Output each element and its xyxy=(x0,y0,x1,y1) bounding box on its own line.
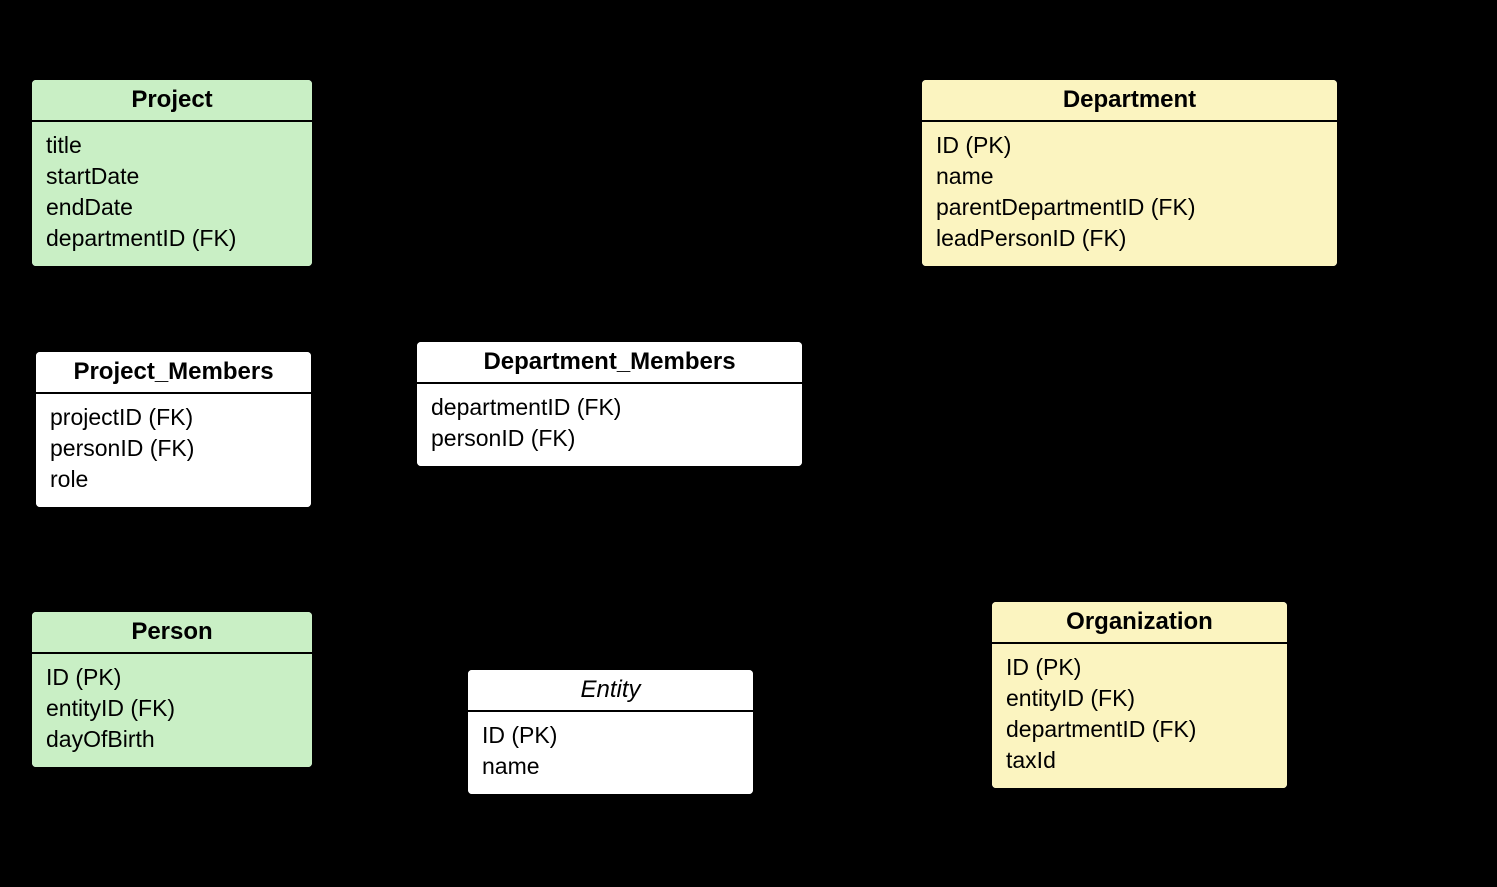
attr-person-dayofbirth: dayOfBirth xyxy=(46,724,298,755)
attr-organization-taxid: taxId xyxy=(1006,745,1273,776)
entity-project-title: Project xyxy=(32,80,312,122)
entity-department-members-title: Department_Members xyxy=(417,342,802,384)
attr-project-startdate: startDate xyxy=(46,161,298,192)
attr-department-id: ID (PK) xyxy=(936,130,1323,161)
entity-department: Department ID (PK) name parentDepartment… xyxy=(920,78,1339,268)
attr-entity-name: name xyxy=(482,751,739,782)
attr-organization-entityid: entityID (FK) xyxy=(1006,683,1273,714)
attr-person-id: ID (PK) xyxy=(46,662,298,693)
attr-project-enddate: endDate xyxy=(46,192,298,223)
entity-project-members-title: Project_Members xyxy=(36,352,311,394)
attr-project-departmentid: departmentID (FK) xyxy=(46,223,298,254)
entity-person-attrs: ID (PK) entityID (FK) dayOfBirth xyxy=(32,654,312,767)
attr-department-leadpersonid: leadPersonID (FK) xyxy=(936,223,1323,254)
entity-project: Project title startDate endDate departme… xyxy=(30,78,314,268)
entity-organization: Organization ID (PK) entityID (FK) depar… xyxy=(990,600,1289,790)
entity-department-title: Department xyxy=(922,80,1337,122)
entity-person-title: Person xyxy=(32,612,312,654)
entity-department-members: Department_Members departmentID (FK) per… xyxy=(415,340,804,468)
attr-organization-departmentid: departmentID (FK) xyxy=(1006,714,1273,745)
entity-organization-title: Organization xyxy=(992,602,1287,644)
er-diagram-canvas: Project title startDate endDate departme… xyxy=(0,0,1497,887)
entity-department-members-attrs: departmentID (FK) personID (FK) xyxy=(417,384,802,466)
entity-project-members-attrs: projectID (FK) personID (FK) role xyxy=(36,394,311,507)
attr-projectmembers-role: role xyxy=(50,464,297,495)
attr-organization-id: ID (PK) xyxy=(1006,652,1273,683)
entity-project-attrs: title startDate endDate departmentID (FK… xyxy=(32,122,312,266)
entity-organization-attrs: ID (PK) entityID (FK) departmentID (FK) … xyxy=(992,644,1287,788)
attr-entity-id: ID (PK) xyxy=(482,720,739,751)
attr-department-parentdepartmentid: parentDepartmentID (FK) xyxy=(936,192,1323,223)
attr-projectmembers-projectid: projectID (FK) xyxy=(50,402,297,433)
entity-entity-attrs: ID (PK) name xyxy=(468,712,753,794)
attr-deptmembers-personid: personID (FK) xyxy=(431,423,788,454)
entity-entity-title: Entity xyxy=(468,670,753,712)
attr-projectmembers-personid: personID (FK) xyxy=(50,433,297,464)
attr-deptmembers-departmentid: departmentID (FK) xyxy=(431,392,788,423)
attr-person-entityid: entityID (FK) xyxy=(46,693,298,724)
attr-department-name: name xyxy=(936,161,1323,192)
attr-project-title: title xyxy=(46,130,298,161)
entity-entity: Entity ID (PK) name xyxy=(466,668,755,796)
entity-project-members: Project_Members projectID (FK) personID … xyxy=(34,350,313,509)
entity-person: Person ID (PK) entityID (FK) dayOfBirth xyxy=(30,610,314,769)
entity-department-attrs: ID (PK) name parentDepartmentID (FK) lea… xyxy=(922,122,1337,266)
